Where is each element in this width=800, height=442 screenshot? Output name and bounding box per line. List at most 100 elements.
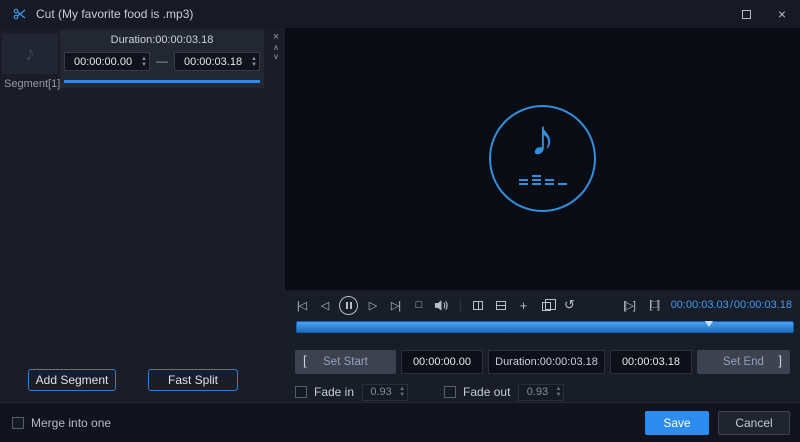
close-icon: × (777, 6, 787, 22)
end-time-box (610, 350, 692, 374)
fade-in-label: Fade in (314, 385, 355, 399)
move-segment-up-button[interactable]: ∧ (273, 43, 279, 52)
total-time: 00:00:03.18 (733, 299, 792, 311)
reset-icon: ↺ (564, 297, 575, 312)
fade-out-box: ▲ ▼ (518, 383, 565, 401)
fade-in-box: ▲ ▼ (362, 383, 409, 401)
pause-button[interactable] (339, 295, 358, 315)
current-time: 00:00:03.03 (670, 299, 729, 311)
duplicate-icon (495, 300, 506, 310)
spinner-down-icon: ▼ (399, 392, 406, 398)
end-time-input[interactable] (611, 356, 691, 368)
titlebar: Cut (My favorite food is .mp3) × (0, 0, 800, 28)
next-frame-button[interactable]: ▷ (364, 295, 381, 315)
stop-button[interactable]: □ (410, 295, 427, 315)
timeline-track[interactable] (296, 321, 794, 333)
maximize-button[interactable] (728, 0, 764, 28)
segment-progress-bar (64, 80, 260, 83)
right-bracket: ] (778, 353, 782, 368)
segment-end-input-box: ▲ ▼ (174, 52, 260, 71)
fade-out-input[interactable] (519, 386, 556, 398)
skip-start-button[interactable]: |◁ (293, 295, 310, 315)
add-segment-button[interactable]: Add Segment (28, 369, 116, 391)
equalizer-bars-icon (518, 175, 567, 185)
fade-in-checkbox[interactable] (295, 386, 307, 398)
duplicate-segment-button[interactable] (492, 295, 509, 315)
fade-in-spinner[interactable]: ▲ ▼ (399, 386, 405, 398)
start-time-input[interactable] (402, 356, 482, 368)
merge-checkbox[interactable] (12, 416, 24, 429)
left-bracket: [ (303, 353, 307, 368)
footer-bar: Merge into one Save Cancel (0, 402, 800, 442)
segment-end-spinner[interactable]: ▲ ▼ (251, 56, 257, 68)
start-time-box (401, 350, 483, 374)
music-note-icon: ♪ (530, 110, 555, 166)
segment-panel: ♪ Duration:00:00:03.18 ▲ ▼ — ▲ ▼ (0, 28, 285, 402)
segment-thumbnail[interactable]: ♪ (2, 34, 58, 74)
chevron-down-icon: ∨ (273, 52, 279, 61)
window-title: Cut (My favorite food is .mp3) (36, 7, 194, 21)
segment-end-input[interactable] (175, 55, 252, 68)
prev-frame-icon: ◁ (320, 299, 330, 312)
fast-split-button[interactable]: Fast Split (148, 369, 238, 391)
duration-display: Duration:00:00:03.18 (488, 350, 605, 374)
cut-dialog: Cut (My favorite food is .mp3) × ♪ Durat… (0, 0, 800, 442)
stop-clip-button[interactable]: [□] (646, 295, 663, 315)
maximize-icon (741, 9, 751, 19)
set-start-button[interactable]: [ Set Start (295, 350, 396, 374)
segment-card-controls: × ∧ ∨ (268, 32, 284, 62)
reset-button[interactable]: ↺ (561, 295, 578, 315)
spinner-down-icon: ▼ (555, 392, 562, 398)
pause-icon (339, 295, 358, 315)
close-button[interactable]: × (764, 0, 800, 28)
prev-frame-button[interactable]: ◁ (316, 295, 333, 315)
toolbar-divider (460, 298, 461, 312)
cut-bar: [ Set Start Duration:00:00:03.18 Set End… (285, 350, 800, 374)
merge-label: Merge into one (31, 415, 112, 430)
fade-out-checkbox[interactable] (444, 386, 457, 398)
skip-start-icon: |◁ (296, 299, 307, 312)
move-segment-down-button[interactable]: ∨ (273, 52, 279, 61)
copy-segment-button[interactable] (538, 295, 556, 315)
control-deck: |◁ ◁ ▷ ▷| □ + ↺ [▷] [□] 00:00:03.03/00:0… (285, 290, 800, 402)
segment-card[interactable]: Duration:00:00:03.18 ▲ ▼ — ▲ ▼ (60, 30, 264, 88)
skip-end-icon: ▷| (390, 299, 401, 312)
close-icon: × (272, 31, 280, 43)
time-display: 00:00:03.03/00:00:03.18 (671, 299, 792, 311)
scissors-icon (13, 7, 27, 21)
chevron-up-icon: ∧ (273, 43, 279, 52)
fade-out-spinner[interactable]: ▲ ▼ (555, 386, 561, 398)
speaker-icon (434, 299, 448, 311)
volume-button[interactable] (433, 295, 450, 315)
audio-icon-circle: ♪ (489, 105, 596, 212)
music-note-icon: ♪ (25, 42, 35, 65)
remove-segment-button[interactable]: × (273, 32, 279, 43)
copy-icon (542, 299, 556, 311)
split-icon (472, 300, 483, 310)
save-button[interactable]: Save (645, 411, 709, 435)
segment-duration-label: Duration:00:00:03.18 (110, 34, 214, 46)
preview-area: ♪ (285, 28, 800, 290)
cancel-button[interactable]: Cancel (718, 411, 790, 435)
timeline-row (296, 321, 794, 335)
playhead-marker[interactable] (704, 321, 713, 327)
transport-bar: |◁ ◁ ▷ ▷| □ + ↺ [▷] [□] 00:00:03.03/00:0… (285, 292, 800, 318)
spinner-down-icon: ▼ (251, 61, 257, 68)
fade-out-label: Fade out (463, 385, 511, 399)
add-button[interactable]: + (515, 295, 532, 315)
fade-bar: Fade in ▲ ▼ Fade out ▲ ▼ (285, 382, 800, 402)
merge-option[interactable]: Merge into one (12, 416, 111, 430)
stop-icon: □ (415, 299, 423, 311)
fade-in-input[interactable] (363, 386, 400, 398)
play-clip-icon: [▷] (623, 299, 636, 312)
split-segment-button[interactable] (469, 295, 486, 315)
plus-icon: + (519, 297, 528, 313)
set-end-label: Set End (723, 356, 764, 368)
skip-end-button[interactable]: ▷| (387, 295, 404, 315)
set-start-label: Set Start (323, 356, 368, 368)
stop-clip-icon: [□] (649, 299, 660, 311)
segment-label: Segment[1] (4, 78, 61, 90)
next-frame-icon: ▷ (368, 299, 378, 312)
play-clip-button[interactable]: [▷] (621, 295, 638, 315)
set-end-button[interactable]: Set End ] (697, 350, 790, 374)
